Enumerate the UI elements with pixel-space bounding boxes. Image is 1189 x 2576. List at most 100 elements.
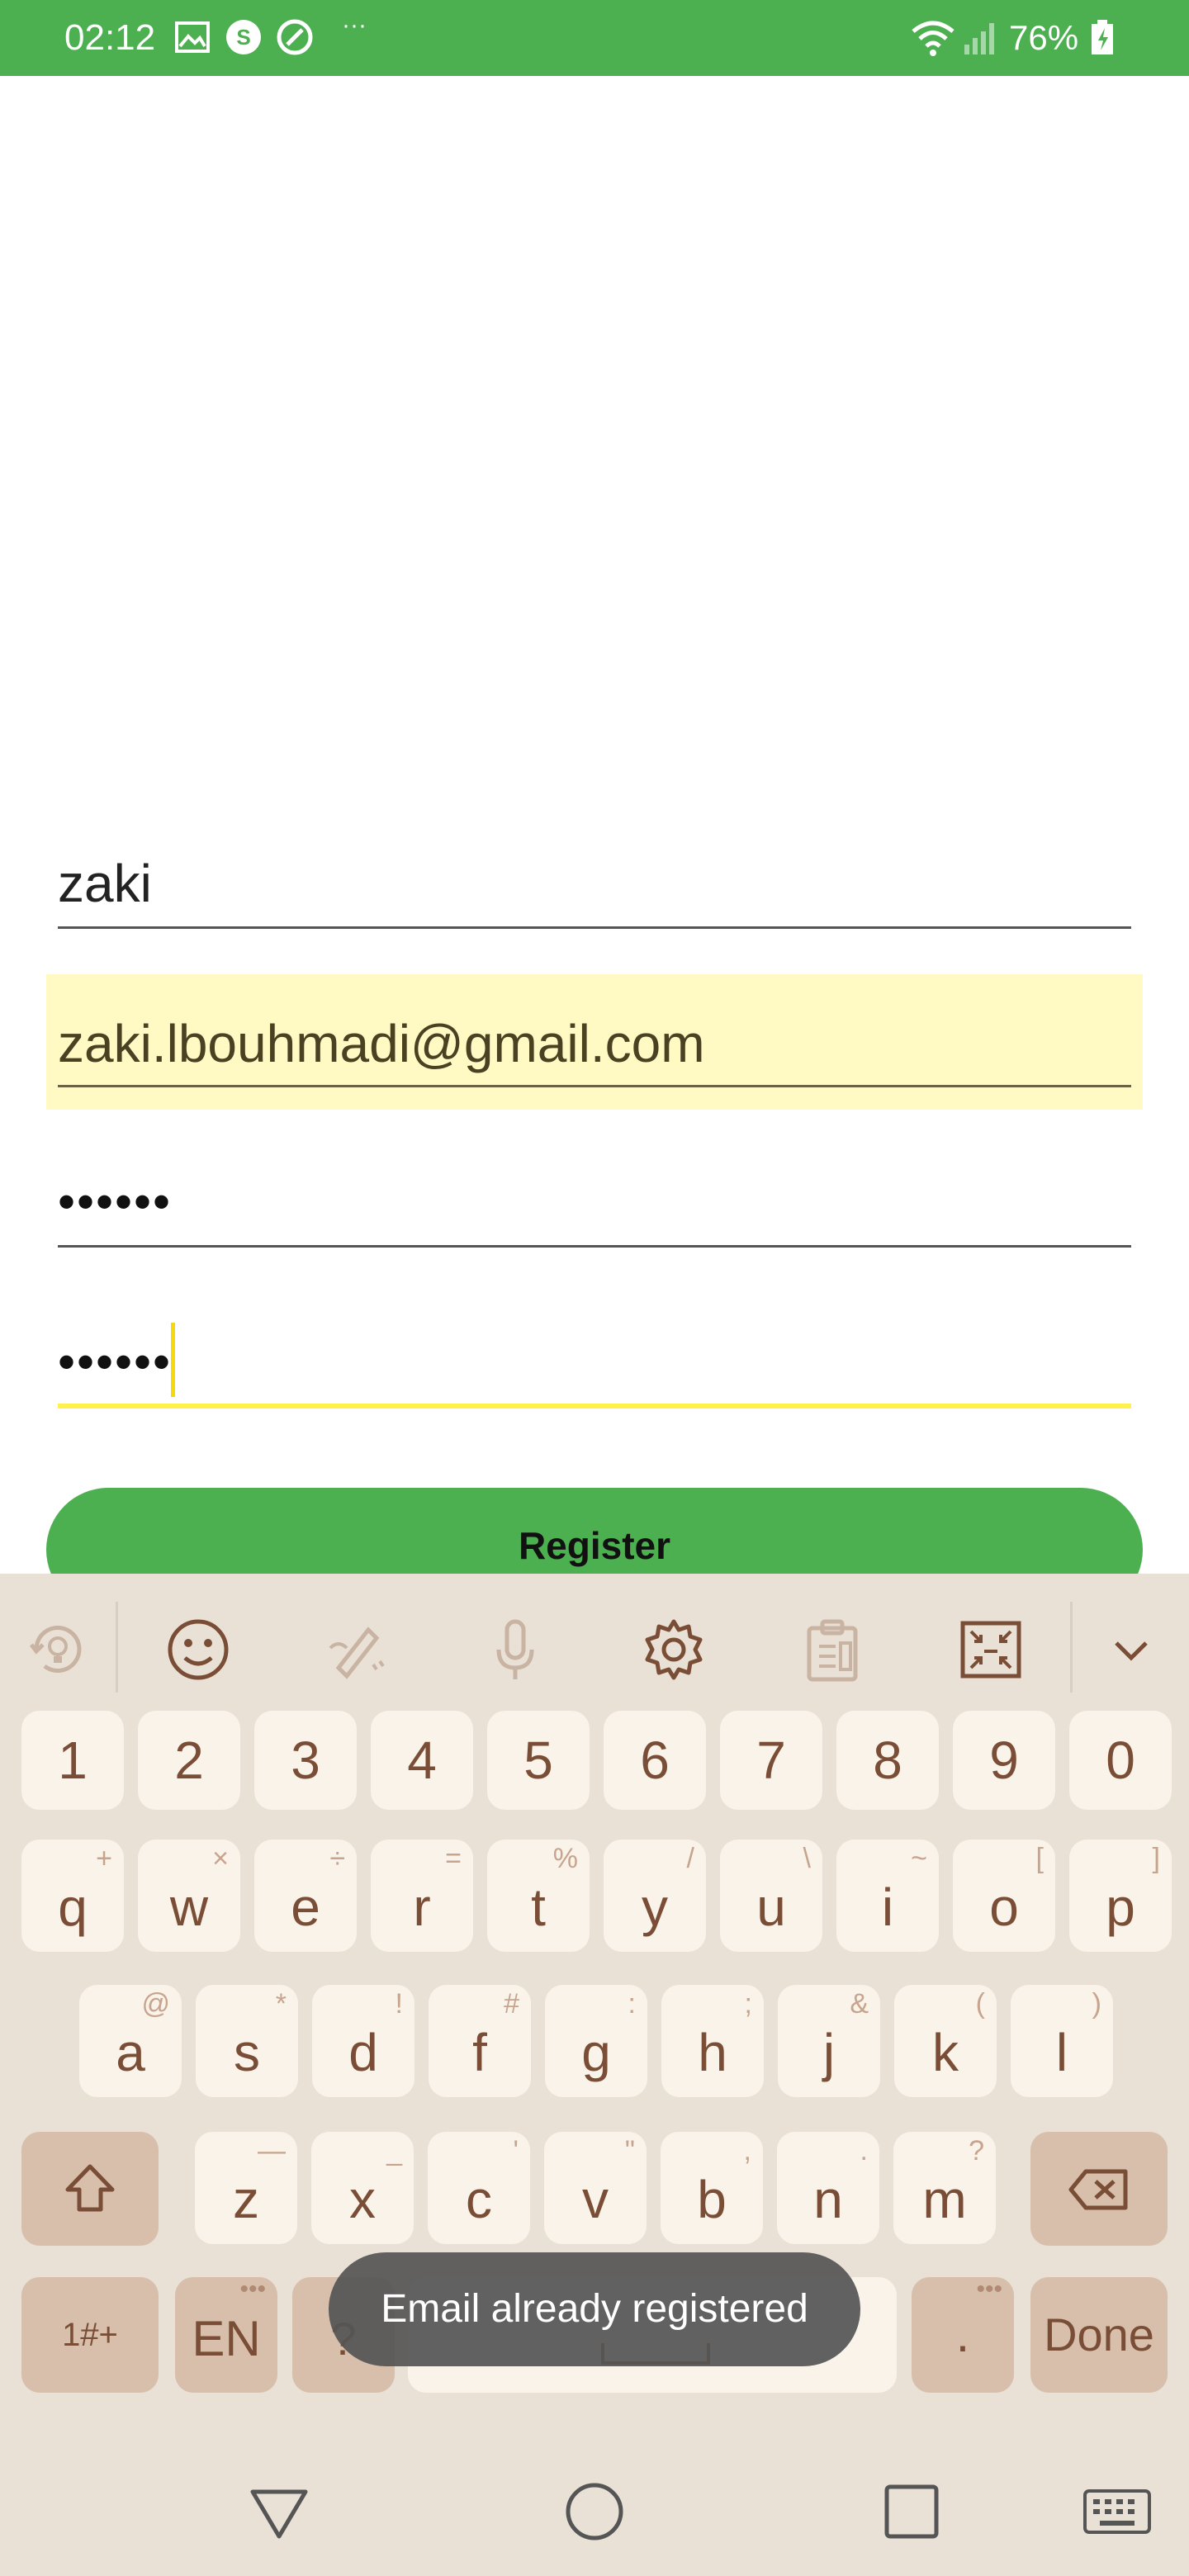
key-i[interactable]: ~ i [836, 1840, 939, 1952]
key-label: u [756, 1878, 786, 1937]
key-label: 6 [640, 1731, 670, 1790]
key-2[interactable]: 2 [138, 1711, 240, 1810]
key-label: 7 [756, 1731, 786, 1790]
key-label: c [466, 2170, 492, 2229]
key-label: 3 [291, 1731, 320, 1790]
key-e[interactable]: ÷ e [254, 1840, 357, 1952]
toast-message: Email already registered [329, 2252, 860, 2366]
key-label: i [881, 1878, 894, 1937]
key-8[interactable]: 8 [836, 1711, 939, 1810]
key-hint: \ [803, 1843, 811, 1874]
key-hint: = [445, 1843, 462, 1874]
period-key[interactable]: . ••• [912, 2277, 1014, 2393]
key-o[interactable]: [o [953, 1840, 1055, 1952]
username-field[interactable]: zaki [58, 850, 152, 916]
key-hint: × [212, 1843, 229, 1874]
key-hint: * [275, 1988, 287, 2020]
key-j[interactable]: & j [778, 1985, 880, 2097]
key-w[interactable]: × w [138, 1840, 240, 1952]
key-u[interactable]: \ u [720, 1840, 822, 1952]
key-f[interactable]: # f [429, 1985, 531, 2097]
key-4[interactable]: 4 [371, 1711, 473, 1810]
key-label: o [989, 1878, 1019, 1937]
key-q[interactable]: + q [21, 1840, 124, 1952]
more-dots-icon: ••• [239, 2275, 266, 2303]
key-hint: ) [1092, 1988, 1101, 2020]
key-5[interactable]: 5 [487, 1711, 590, 1810]
key-l[interactable]: ) l [1011, 1985, 1113, 2097]
clipboard-icon[interactable] [791, 1608, 874, 1691]
rotate-icon[interactable] [17, 1608, 99, 1691]
key-g[interactable]: :g [545, 1985, 647, 2097]
key-p[interactable]: ] p [1069, 1840, 1172, 1952]
key-r[interactable]: = r [371, 1840, 473, 1952]
toolbar-separator [116, 1602, 118, 1693]
symbols-key[interactable]: 1#+ [21, 2277, 159, 2393]
email-field[interactable]: zaki.lbouhmadi@gmail.com [58, 1011, 705, 1077]
more-dots-icon: ••• [976, 2275, 1002, 2303]
backspace-key[interactable] [1030, 2132, 1168, 2246]
key-3[interactable]: 3 [254, 1711, 357, 1810]
resize-keyboard-icon[interactable] [950, 1608, 1032, 1691]
back-icon[interactable] [244, 2477, 314, 2546]
key-m[interactable]: ? m [893, 2132, 996, 2244]
key-v[interactable]: " v [544, 2132, 647, 2244]
key-b[interactable]: ,b [661, 2132, 763, 2244]
recents-icon[interactable] [877, 2477, 946, 2546]
shift-icon [65, 2164, 115, 2212]
key-hint: [ [1035, 1843, 1044, 1874]
key-0[interactable]: 0 [1069, 1711, 1172, 1810]
key-n[interactable]: .n [777, 2132, 879, 2244]
key-6[interactable]: 6 [604, 1711, 706, 1810]
shift-key[interactable] [21, 2132, 159, 2246]
key-c[interactable]: ' c [428, 2132, 530, 2244]
settings-icon[interactable] [632, 1608, 715, 1691]
key-hint: . [860, 2135, 868, 2166]
key-a[interactable]: @ a [79, 1985, 182, 2097]
home-icon[interactable] [560, 2477, 629, 2546]
key-7[interactable]: 7 [720, 1711, 822, 1810]
key-t[interactable]: % t [487, 1840, 590, 1952]
key-hint: ( [975, 1988, 985, 2020]
status-time: 02:12 [64, 17, 156, 58]
done-key[interactable]: Done [1030, 2277, 1168, 2393]
username-underline [58, 926, 1131, 929]
collapse-keyboard-icon[interactable] [1090, 1608, 1172, 1691]
status-bar: 02:12 S ··· 76% [0, 0, 1189, 76]
key-s[interactable]: * s [196, 1985, 298, 2097]
key-label: d [348, 2023, 378, 2082]
key-hint: ' [513, 2135, 519, 2166]
text-cursor [171, 1323, 175, 1397]
svg-text:S: S [236, 25, 250, 50]
key-y[interactable]: / y [604, 1840, 706, 1952]
key-hint: % [552, 1843, 578, 1874]
key-label: q [58, 1878, 88, 1937]
key-9[interactable]: 9 [953, 1711, 1055, 1810]
confirm-password-field[interactable]: •••••• [58, 1329, 172, 1395]
keyboard-switch-icon[interactable] [1080, 2477, 1154, 2546]
key-hint: + [96, 1843, 112, 1874]
handwriting-icon[interactable] [315, 1608, 398, 1691]
mic-icon[interactable] [474, 1608, 557, 1691]
key-label: a [116, 2023, 145, 2082]
key-hint: ! [395, 1988, 403, 2020]
key-label: l [1055, 2023, 1068, 2082]
key-1[interactable]: 1 [21, 1711, 124, 1810]
wifi-icon [908, 17, 958, 58]
confirm-password-underline [58, 1404, 1131, 1409]
key-h[interactable]: ; h [661, 1985, 764, 2097]
key-hint: " [624, 2135, 635, 2166]
key-hint: _ [386, 2135, 402, 2166]
skype-icon: S [223, 17, 264, 58]
key-k[interactable]: (k [894, 1985, 997, 2097]
password-field[interactable]: •••••• [58, 1169, 172, 1235]
key-x[interactable]: _ x [311, 2132, 414, 2244]
key-label: f [472, 2023, 487, 2082]
key-label: w [169, 1878, 209, 1937]
key-label: 1 [58, 1731, 88, 1790]
key-d[interactable]: ! d [312, 1985, 414, 2097]
key-z[interactable]: — z [195, 2132, 297, 2244]
emoji-icon[interactable] [157, 1608, 239, 1691]
language-key[interactable]: EN ••• [175, 2277, 277, 2393]
key-label: x [349, 2170, 376, 2229]
